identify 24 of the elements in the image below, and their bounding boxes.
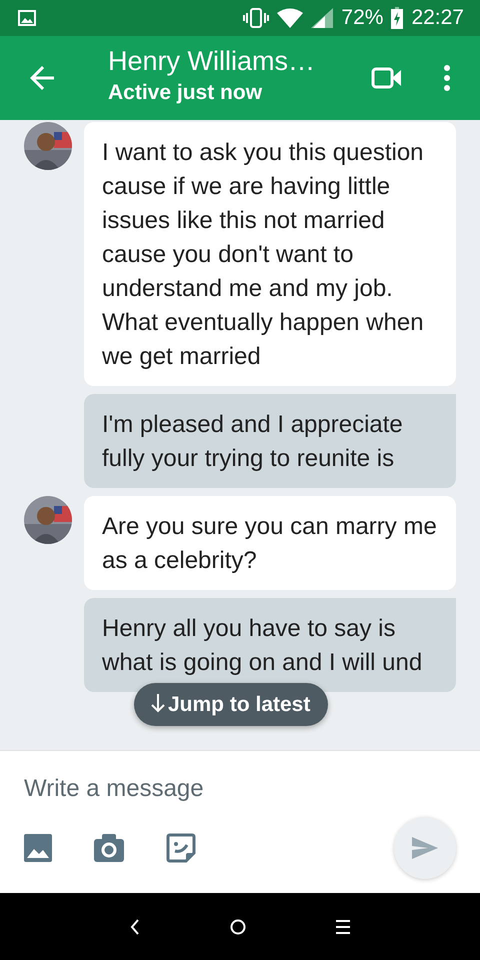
back-icon[interactable] [130,918,140,934]
more-options-icon[interactable] [443,65,451,91]
video-call-icon[interactable] [371,66,403,90]
camera-icon[interactable] [94,834,124,862]
battery-charging-icon [391,7,404,29]
received-message: I want to ask you this question cause if we are having little issues like this not married cause you don't want to understand me and my job. What eventually happen when we get married [84,122,456,386]
contact-name: Henry Williams… [108,47,316,78]
clock-time: 22:27 [411,5,464,32]
sticker-icon[interactable] [166,833,196,863]
jump-to-latest-button[interactable]: Jump to latest [134,682,328,726]
home-icon[interactable] [230,918,246,934]
wifi-icon [277,8,304,28]
image-notification-icon [18,10,36,26]
send-icon [412,837,438,859]
down-arrow-icon [150,692,166,712]
signal-icon [311,8,334,28]
image-icon[interactable] [24,834,52,862]
sent-message: I'm pleased and I appreciate fully your trying to reunite is [84,394,456,488]
recent-apps-icon[interactable] [336,920,350,934]
received-message: Are you sure you can marry me as a celebrity? [84,496,456,590]
active-status: Active just now [108,80,264,106]
vibrate-icon [243,8,270,28]
sent-message: Henry all you have to say is what is going on and I will und [84,598,456,692]
battery-percentage: 72% [341,5,384,32]
